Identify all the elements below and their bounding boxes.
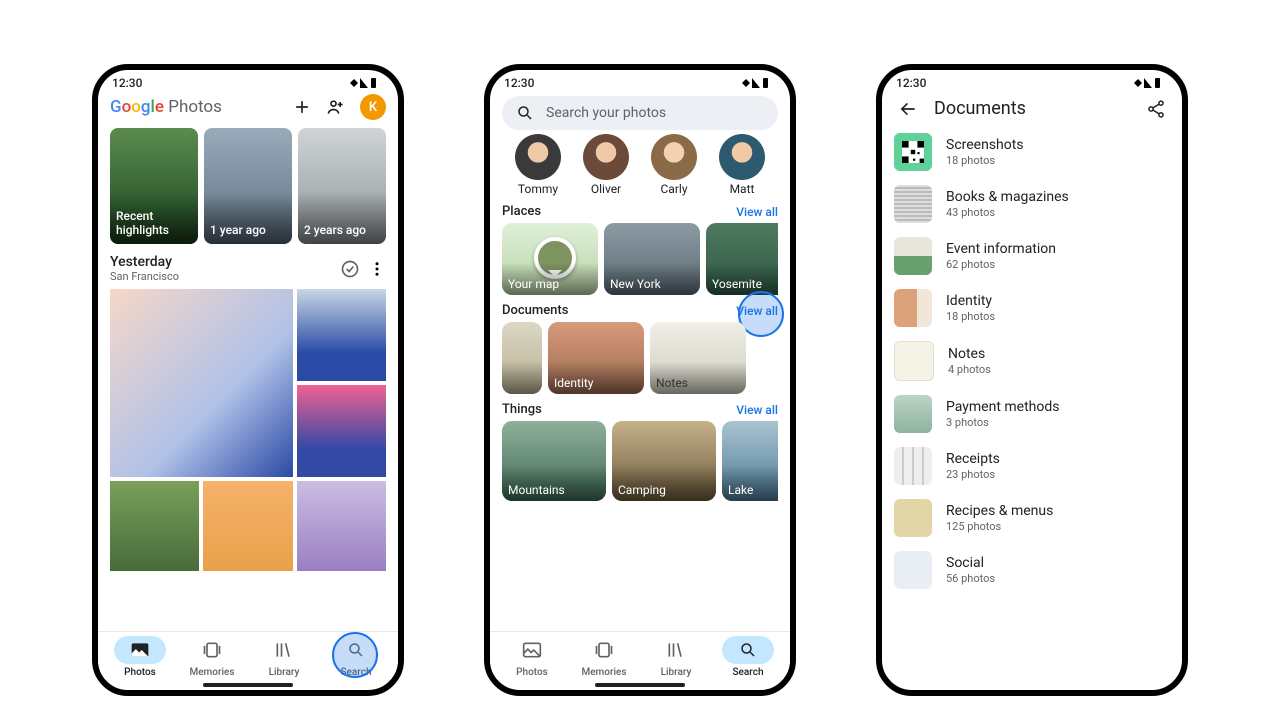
status-bar: 12:30	[882, 70, 1182, 92]
account-avatar[interactable]: K	[360, 94, 386, 120]
tile-document[interactable]: Notes	[650, 322, 746, 394]
photo-grid	[110, 289, 386, 571]
day-title: Yesterday	[110, 254, 179, 270]
tile-thing[interactable]: Mountains	[502, 421, 606, 501]
doc-item-events[interactable]: Event information62 photos	[894, 237, 1170, 275]
documents-row[interactable]: Identity Notes	[502, 322, 778, 394]
doc-thumb	[894, 395, 932, 433]
things-row[interactable]: Mountains Camping Lake	[502, 421, 778, 501]
phone-search: 12:30 Search your photos Tommy Oliver Ca…	[484, 64, 796, 696]
doc-item-screenshots[interactable]: Screenshots18 photos	[894, 133, 1170, 171]
status-time: 12:30	[896, 76, 926, 90]
back-icon[interactable]	[898, 99, 918, 119]
photo-thumb[interactable]	[297, 385, 386, 477]
nav-search[interactable]: Search	[320, 636, 392, 678]
person-chip[interactable]: Carly	[640, 134, 708, 196]
memories-carousel[interactable]: Recent highlights 1 year ago 2 years ago	[110, 128, 386, 244]
memory-card[interactable]: 2 years ago	[298, 128, 386, 244]
home-indicator[interactable]	[203, 683, 293, 687]
home-indicator[interactable]	[595, 683, 685, 687]
photo-thumb[interactable]	[110, 481, 199, 571]
nav-photos[interactable]: Photos	[104, 636, 176, 678]
bottom-nav: Photos Memories Library Search	[490, 631, 790, 680]
nav-memories[interactable]: Memories	[568, 636, 640, 678]
phone-photos-home: 12:30 Google Photos K	[92, 64, 404, 696]
section-title-things: Things	[502, 402, 542, 417]
search-input[interactable]: Search your photos	[502, 96, 778, 130]
more-icon[interactable]	[368, 260, 386, 278]
day-subtitle: San Francisco	[110, 270, 179, 283]
doc-item-receipts[interactable]: Receipts23 photos	[894, 447, 1170, 485]
tile-document[interactable]: Identity	[548, 322, 644, 394]
status-icons	[350, 77, 384, 89]
status-icons	[1134, 77, 1168, 89]
view-all-documents[interactable]: View all	[736, 304, 778, 318]
doc-item-recipes[interactable]: Recipes & menus125 photos	[894, 499, 1170, 537]
places-row[interactable]: Your map New York Yosemite	[502, 223, 778, 295]
phone-documents-list: 12:30 Documents	[876, 64, 1188, 696]
section-title-documents: Documents	[502, 303, 568, 318]
tile-place[interactable]: Yosemite	[706, 223, 778, 295]
doc-item-payment[interactable]: Payment methods3 photos	[894, 395, 1170, 433]
view-all-things[interactable]: View all	[736, 403, 778, 417]
status-icons	[742, 77, 776, 89]
doc-item-social[interactable]: Social56 photos	[894, 551, 1170, 589]
status-time: 12:30	[112, 76, 142, 90]
share-people-icon[interactable]	[326, 97, 346, 117]
doc-item-books[interactable]: Books & magazines43 photos	[894, 185, 1170, 223]
memory-card[interactable]: 1 year ago	[204, 128, 292, 244]
doc-thumb	[894, 289, 932, 327]
map-pin-icon	[534, 237, 576, 279]
doc-thumb	[894, 551, 932, 589]
photo-thumb[interactable]	[203, 481, 292, 571]
view-all-places[interactable]: View all	[736, 205, 778, 219]
share-icon[interactable]	[1146, 99, 1166, 119]
section-title-places: Places	[502, 204, 541, 219]
status-time: 12:30	[504, 76, 534, 90]
memory-card[interactable]: Recent highlights	[110, 128, 198, 244]
search-placeholder: Search your photos	[546, 105, 666, 121]
tile-place[interactable]: New York	[604, 223, 700, 295]
doc-thumb	[894, 185, 932, 223]
select-all-icon[interactable]	[340, 259, 360, 279]
doc-item-notes[interactable]: Notes4 photos	[894, 341, 1170, 381]
add-icon[interactable]	[292, 97, 312, 117]
photo-thumb[interactable]	[110, 289, 293, 477]
doc-thumb	[894, 237, 932, 275]
status-bar: 12:30	[490, 70, 790, 92]
nav-library[interactable]: Library	[248, 636, 320, 678]
nav-search[interactable]: Search	[712, 636, 784, 678]
nav-memories[interactable]: Memories	[176, 636, 248, 678]
person-chip[interactable]: Oliver	[572, 134, 640, 196]
nav-photos[interactable]: Photos	[496, 636, 568, 678]
qr-icon	[894, 133, 932, 171]
person-chip[interactable]: Matt	[708, 134, 776, 196]
people-row: Tommy Oliver Carly Matt	[502, 134, 778, 196]
doc-thumb	[894, 447, 932, 485]
photo-thumb[interactable]	[297, 481, 386, 571]
page-title: Documents	[934, 98, 1026, 119]
doc-thumb	[894, 499, 932, 537]
tile-thing[interactable]: Camping	[612, 421, 716, 501]
tile-thing[interactable]: Lake	[722, 421, 778, 501]
app-logo: Google Photos	[110, 97, 222, 117]
bottom-nav: Photos Memories Library Search	[98, 631, 398, 680]
documents-list: Screenshots18 photos Books & magazines43…	[894, 133, 1170, 589]
person-chip[interactable]: Tommy	[504, 134, 572, 196]
status-bar: 12:30	[98, 70, 398, 92]
tile-your-map[interactable]: Your map	[502, 223, 598, 295]
search-icon	[516, 104, 534, 122]
photo-thumb[interactable]	[297, 289, 386, 381]
doc-item-identity[interactable]: Identity18 photos	[894, 289, 1170, 327]
doc-thumb	[894, 341, 934, 381]
tile-document[interactable]	[502, 322, 542, 394]
nav-library[interactable]: Library	[640, 636, 712, 678]
